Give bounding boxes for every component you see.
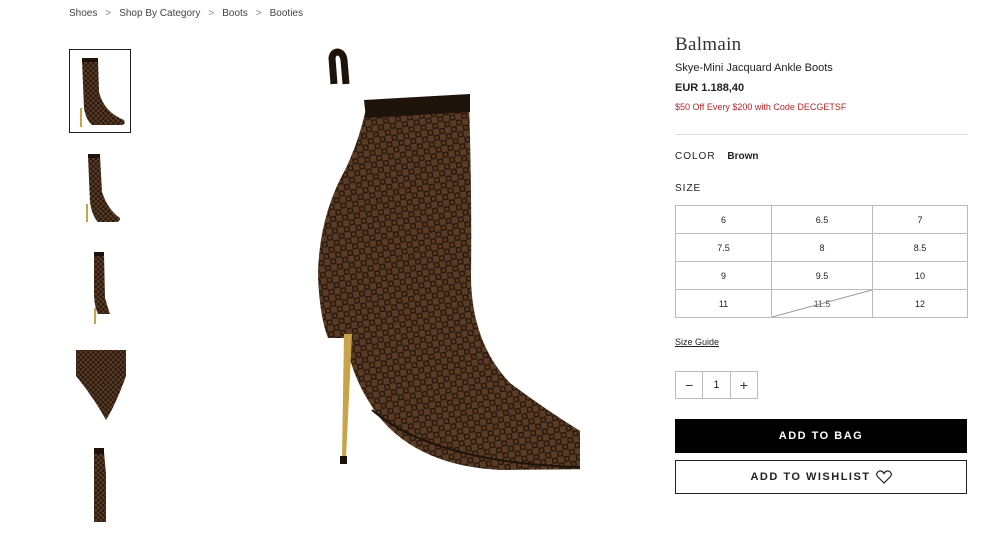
size-option-9-5[interactable]: 9.5 [772,262,873,290]
size-guide-link[interactable]: Size Guide [675,337,719,347]
size-label: SIZE [675,183,702,194]
thumbnail-1[interactable] [69,49,131,133]
heart-icon [875,470,892,484]
breadcrumb-booties[interactable]: Booties [270,8,303,19]
size-option-7-5[interactable]: 7.5 [676,234,772,262]
boot-side-thumbnail [80,58,125,127]
quantity-decrease-button[interactable]: − [676,372,702,398]
product-name: Skye-Mini Jacquard Ankle Boots [675,62,833,74]
add-to-wishlist-button[interactable]: ADD TO WISHLIST [675,460,967,494]
size-option-6[interactable]: 6 [676,206,772,234]
divider [675,134,967,135]
size-option-7[interactable]: 7 [873,206,968,234]
thumbnail-4[interactable] [69,343,131,427]
size-option-8[interactable]: 8 [772,234,873,262]
product-price: EUR 1.188,40 [675,82,745,94]
size-option-12[interactable]: 12 [873,290,968,318]
color-label: COLOR [675,151,716,162]
thumbnail-3[interactable] [69,245,131,329]
thumbnail-2[interactable] [69,147,131,231]
add-to-bag-label: ADD TO BAG [778,430,864,442]
boot-main-image [318,48,580,470]
boot-toe-detail-thumbnail [76,350,126,420]
boot-back-thumbnail [94,252,110,324]
size-option-11-5[interactable]: 11.5 [772,290,873,318]
quantity-stepper: − 1 + [675,371,758,399]
size-option-6-5[interactable]: 6.5 [772,206,873,234]
breadcrumb-separator: > [255,8,262,19]
boot-front-thumbnail [86,154,120,222]
color-value: Brown [727,151,759,162]
size-option-8-5[interactable]: 8.5 [873,234,968,262]
size-option-10[interactable]: 10 [873,262,968,290]
breadcrumb-shoes[interactable]: Shoes [69,8,97,19]
thumbnail-list [69,49,133,539]
breadcrumb-separator: > [105,8,112,19]
size-option-9[interactable]: 9 [676,262,772,290]
quantity-value[interactable]: 1 [702,372,731,398]
breadcrumb-separator: > [208,8,215,19]
product-info-panel: Balmain Skye-Mini Jacquard Ankle Boots E… [675,30,968,494]
breadcrumb-boots[interactable]: Boots [222,8,248,19]
brand-name[interactable]: Balmain [675,34,967,56]
breadcrumb-shop-by-category[interactable]: Shop By Category [119,8,200,19]
add-to-wishlist-label: ADD TO WISHLIST [750,471,871,483]
size-option-11[interactable]: 11 [676,290,772,318]
promo-text: $50 Off Every $200 with Code DECGETSF [675,102,847,112]
main-product-image[interactable] [150,38,650,515]
add-to-bag-button[interactable]: ADD TO BAG [675,419,967,453]
quantity-increase-button[interactable]: + [731,372,757,398]
thumbnail-5[interactable] [69,441,131,525]
breadcrumb: Shoes > Shop By Category > Boots > Booti… [69,8,303,19]
size-grid: 6 6.5 7 7.5 8 8.5 9 9.5 10 11 11.5 12 [675,205,968,318]
boot-top-thumbnail [94,448,106,522]
color-selector: COLOR Brown [675,151,967,162]
